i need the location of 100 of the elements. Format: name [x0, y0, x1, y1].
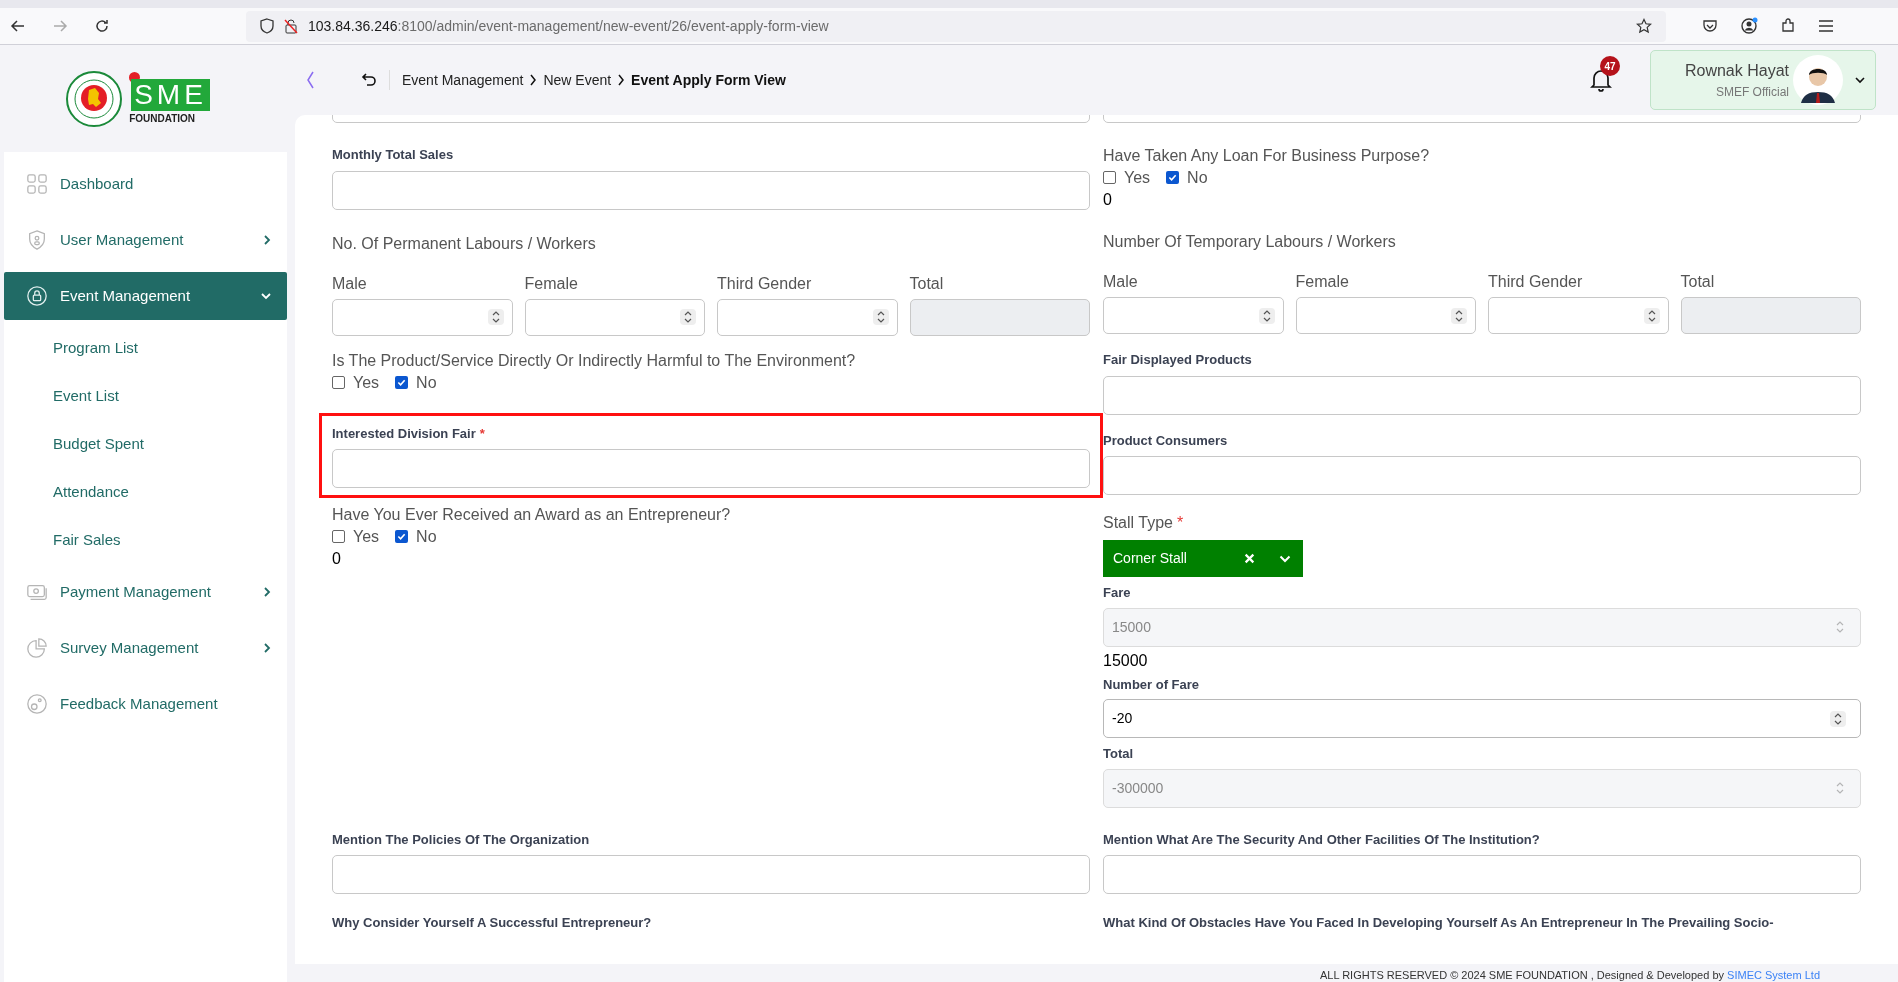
field-label: Third Gender — [1488, 272, 1584, 292]
bell-icon[interactable] — [1590, 68, 1612, 92]
option-label: No — [416, 527, 437, 547]
field-label: Male — [1103, 272, 1139, 292]
notification-badge: 47 — [1600, 56, 1620, 76]
insecure-lock-icon — [284, 18, 298, 34]
user-role: SMEF Official — [1715, 84, 1789, 101]
user-card[interactable]: Rownak Hayat SMEF Official — [1650, 50, 1876, 110]
sidebar-item[interactable]: Event Management — [4, 272, 287, 320]
number-input[interactable] — [524, 298, 705, 336]
input-field[interactable] — [332, 449, 1090, 488]
field-label: Number of Fare — [1103, 675, 1201, 694]
sidebar-item[interactable]: Survey Management — [4, 624, 287, 672]
field-label: Female — [524, 273, 579, 294]
number-input[interactable] — [1103, 297, 1284, 334]
extensions-icon[interactable] — [1780, 18, 1796, 34]
footer-link[interactable]: SIMEC System Ltd — [1727, 969, 1820, 981]
sidebar-item[interactable]: Dashboard — [4, 160, 287, 208]
menu-icon[interactable] — [1818, 19, 1834, 33]
checkbox[interactable] — [395, 375, 409, 389]
shield-icon — [26, 229, 48, 251]
field-label: Female — [1295, 272, 1350, 292]
user-name: Rownak Hayat — [1684, 61, 1789, 81]
pocket-icon[interactable] — [1702, 18, 1718, 34]
checkbox[interactable] — [1166, 171, 1180, 184]
avatar-icon — [1793, 55, 1843, 105]
submenu-item[interactable]: Fair Sales — [4, 516, 287, 564]
chevron-right-icon — [617, 74, 626, 86]
section-heading: Number Of Temporary Labours / Workers — [1103, 232, 1397, 252]
chevron-left-icon[interactable] — [305, 70, 315, 90]
clear-icon[interactable] — [1244, 553, 1255, 564]
field-label: Total — [909, 273, 945, 294]
emblem-logo — [65, 69, 124, 128]
field-label: Fair Displayed Products — [1103, 351, 1253, 369]
checkbox[interactable] — [395, 530, 409, 543]
field-label: Monthly Total Sales — [332, 146, 455, 164]
input-field[interactable] — [332, 855, 1090, 894]
submenu-item[interactable]: Attendance — [4, 468, 287, 516]
checkbox[interactable] — [332, 530, 345, 543]
field-label: Third Gender — [717, 273, 813, 294]
option-label: Yes — [1124, 168, 1151, 188]
field-label: Male — [332, 273, 368, 294]
question-label: Is The Product/Service Directly Or Indirectly Harmful to The Environment? — [332, 350, 857, 371]
account-icon[interactable] — [1740, 17, 1758, 35]
brand-logo-text: SME — [131, 78, 210, 111]
reload-icon[interactable] — [94, 18, 110, 34]
option-label: No — [416, 372, 437, 393]
sidebar-item[interactable]: User Management — [4, 216, 287, 264]
field-label: Stall Type * — [1103, 513, 1185, 533]
chevron-down-icon[interactable] — [1855, 76, 1865, 84]
submenu-item[interactable]: Event List — [4, 372, 287, 420]
option-label: Yes — [353, 372, 380, 393]
number-input[interactable] — [1295, 297, 1476, 334]
star-icon[interactable] — [1636, 18, 1652, 34]
number-input[interactable] — [332, 298, 513, 336]
field-label: Mention The Policies Of The Organization — [332, 830, 591, 849]
shield-icon — [260, 18, 274, 34]
section-heading: No. Of Permanent Labours / Workers — [332, 233, 597, 254]
submenu-item[interactable]: Program List — [4, 324, 287, 372]
breadcrumb-item: Event Apply Form View — [631, 70, 786, 90]
feedback-icon — [26, 693, 48, 715]
option-label: No — [1187, 168, 1208, 188]
input-field[interactable] — [1103, 855, 1861, 894]
number-input[interactable] — [717, 298, 898, 336]
submenu-item[interactable]: Budget Spent — [4, 420, 287, 468]
field-label: Total — [1680, 272, 1716, 292]
breadcrumb-item[interactable]: New Event — [543, 69, 612, 91]
value-text: 0 — [332, 549, 342, 569]
field-label: Interested Division Fair * — [332, 424, 486, 443]
input-field[interactable] — [1103, 375, 1861, 415]
stall-type-select[interactable]: Corner Stall — [1103, 540, 1303, 577]
input-field[interactable] — [332, 170, 1090, 210]
url-text: 103.84.36.246:8100/admin/event-management/new-event/26/event-apply-form-view — [308, 16, 830, 36]
field-label: Fare — [1103, 584, 1132, 602]
spinner-icon[interactable] — [682, 309, 694, 325]
field-label: Why Consider Yourself A Successful Entrepreneur? — [332, 915, 652, 930]
checkbox[interactable] — [1103, 171, 1116, 184]
lock-icon — [26, 285, 48, 307]
value-text: 0 — [1103, 190, 1113, 210]
input-field[interactable] — [1103, 456, 1861, 495]
grid-icon — [26, 173, 48, 195]
checkbox[interactable] — [332, 375, 345, 389]
undo-icon[interactable] — [361, 72, 377, 88]
brand-subtitle: FOUNDATION — [129, 111, 196, 126]
number-input[interactable]: -20 — [1103, 699, 1861, 738]
chevron-right-icon — [529, 74, 538, 86]
sidebar-item[interactable]: Feedback Management — [4, 680, 287, 728]
option-label: Yes — [353, 527, 380, 547]
field-label: Product Consumers — [1103, 431, 1229, 450]
question-label: Have Taken Any Loan For Business Purpose? — [1103, 146, 1431, 166]
breadcrumb-item[interactable]: Event Management — [402, 69, 524, 91]
number-input[interactable] — [1488, 297, 1669, 334]
value-text: 15000 — [1103, 650, 1149, 671]
pie-chart-icon — [26, 637, 48, 659]
field-label: What Kind Of Obstacles Have You Faced In Developing Yourself As An Entrepreneur In The Prevailing Socio- — [1103, 915, 1774, 930]
field-label: Mention What Are The Security And Other Facilities Of The Institution? — [1103, 830, 1541, 849]
sidebar-item[interactable]: Payment Management — [4, 568, 287, 616]
back-icon[interactable] — [10, 18, 26, 34]
address-bar[interactable]: 103.84.36.246:8100/admin/event-management/new-event/26/event-apply-form-view — [246, 10, 1666, 42]
question-label: Have You Ever Received an Award as an Entrepreneur? — [332, 505, 732, 525]
